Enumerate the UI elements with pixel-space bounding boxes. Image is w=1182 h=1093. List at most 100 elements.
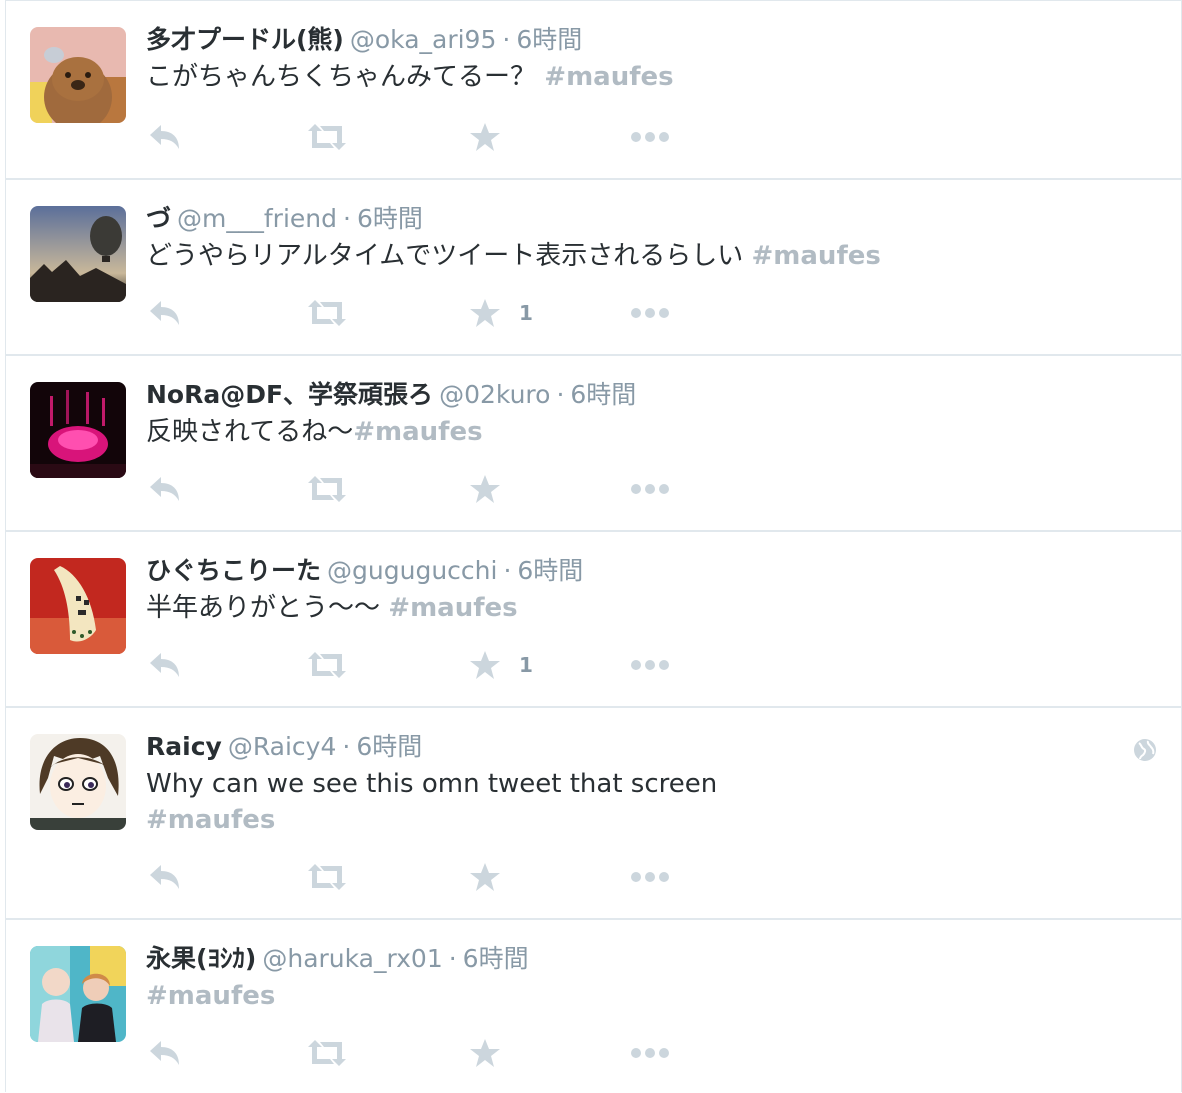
tweet-header: NoRa@DF、学祭頑張ろ @02kuro · 6時間 (146, 377, 636, 413)
retweet-icon (308, 864, 346, 890)
reply-button[interactable] (146, 293, 182, 333)
tweet[interactable]: づ @m___friend · 6時間 どうやらリアルタイムでツイート表示されるらしい… (6, 180, 1181, 356)
timestamp[interactable]: 6時間 (356, 732, 422, 761)
favorite-button[interactable] (469, 1033, 519, 1073)
fullname[interactable]: 多才プードル(熊) (146, 25, 344, 54)
retweet-icon (308, 652, 346, 678)
tweet-text: #maufes (146, 978, 1046, 1014)
more-button[interactable] (630, 1033, 670, 1073)
fullname[interactable]: NoRa@DF、学祭頑張ろ (146, 380, 433, 409)
reply-button[interactable] (146, 469, 182, 509)
reply-icon (150, 1041, 179, 1065)
hashtag-link[interactable]: #maufes (544, 62, 673, 92)
hashtag-link[interactable]: #maufes (146, 981, 275, 1011)
tweet-actions (146, 857, 746, 897)
username[interactable]: @m___friend (177, 204, 337, 233)
tweet-actions (146, 1033, 746, 1073)
username[interactable]: @Raicy4 (228, 732, 337, 761)
reply-icon (150, 865, 179, 889)
favorite-icon (470, 651, 500, 679)
timestamp[interactable]: 6時間 (463, 944, 529, 973)
tweet-text: こがちゃんちくちゃんみてるー？ #maufes (146, 59, 1046, 95)
fullname[interactable]: Raicy (146, 732, 222, 761)
tweet-text: Why can we see this omn tweet that scree… (146, 766, 1046, 838)
hashtag-symbol: # (388, 593, 411, 623)
tweet-actions: 1 (146, 293, 746, 333)
separator: · (556, 380, 565, 409)
timestamp[interactable]: 6時間 (517, 556, 583, 585)
hashtag-link[interactable]: #maufes (146, 805, 275, 835)
hashtag-text: maufes (773, 241, 881, 271)
favorite-button[interactable] (469, 469, 519, 509)
username[interactable]: @haruka_rx01 (262, 944, 442, 973)
tweet[interactable]: 永果(ﾖｼｶ) @haruka_rx01 · 6時間 #maufes (6, 920, 1181, 1093)
tweet[interactable]: Raicy @Raicy4 · 6時間 Why can we see this omn… (6, 708, 1181, 920)
reply-icon (150, 477, 179, 501)
tweet[interactable]: NoRa@DF、学祭頑張ろ @02kuro · 6時間 反映されてるね〜#maufes (6, 356, 1181, 532)
favorite-icon (470, 123, 500, 151)
timestamp[interactable]: 6時間 (357, 204, 423, 233)
favorite-button[interactable]: 1 (469, 293, 533, 333)
more-button[interactable] (630, 857, 670, 897)
hashtag-symbol: # (146, 981, 168, 1011)
tweet-text: どうやらリアルタイムでツイート表示されるらしい #maufes (146, 238, 1046, 274)
tweet-header: 多才プードル(熊) @oka_ari95 · 6時間 (146, 22, 582, 58)
more-icon (631, 872, 669, 882)
more-icon (631, 660, 669, 670)
more-button[interactable] (630, 645, 670, 685)
bear-avatar[interactable] (30, 27, 126, 123)
username[interactable]: @gugugucchi (327, 556, 497, 585)
tweet-body: 半年ありがとう〜〜 (146, 593, 389, 623)
pink-light-avatar[interactable] (30, 382, 126, 478)
hashtag-link[interactable]: #maufes (388, 593, 517, 623)
hashtag-text: maufes (375, 417, 483, 447)
tweet-text: 反映されてるね〜#maufes (146, 414, 1046, 450)
retweet-button[interactable] (306, 117, 348, 157)
separator: · (342, 732, 351, 761)
more-button[interactable] (630, 293, 670, 333)
favorite-icon (470, 863, 500, 891)
retweet-button[interactable] (306, 1033, 348, 1073)
banana-avatar[interactable] (30, 558, 126, 654)
hashtag-text: maufes (566, 62, 674, 92)
retweet-icon (308, 300, 346, 326)
retweet-button[interactable] (306, 857, 348, 897)
photo-avatar[interactable] (30, 946, 126, 1042)
username[interactable]: @02kuro (439, 380, 550, 409)
tweet[interactable]: ひぐちこりーた @gugugucchi · 6時間 半年ありがとう〜〜 #maufes… (6, 532, 1181, 708)
favorite-button[interactable] (469, 857, 519, 897)
tweet-body: こがちゃんちくちゃんみてるー？ (146, 62, 545, 92)
fullname[interactable]: ひぐちこりーた (146, 556, 321, 585)
tweet-body: どうやらリアルタイムでツイート表示されるらしい (146, 241, 752, 271)
username[interactable]: @oka_ari95 (350, 25, 497, 54)
fullname[interactable]: 永果(ﾖｼｶ) (146, 944, 256, 973)
favorite-button[interactable]: 1 (469, 645, 533, 685)
hashtag-symbol: # (751, 241, 774, 271)
reply-button[interactable] (146, 1033, 182, 1073)
favorite-icon (470, 299, 500, 327)
reply-button[interactable] (146, 645, 182, 685)
tweet[interactable]: 多才プードル(熊) @oka_ari95 · 6時間 こがちゃんちくちゃんみてるー？ … (6, 1, 1181, 180)
reply-button[interactable] (146, 857, 182, 897)
timestamp[interactable]: 6時間 (516, 25, 582, 54)
hashtag-link[interactable]: #maufes (752, 241, 881, 271)
separator: · (503, 556, 512, 585)
more-button[interactable] (630, 469, 670, 509)
balloon-avatar[interactable] (30, 206, 126, 302)
fullname[interactable]: づ (146, 204, 171, 233)
reply-button[interactable] (146, 117, 182, 157)
favorite-icon (470, 1039, 500, 1067)
anime-avatar[interactable] (30, 734, 126, 830)
hashtag-symbol: # (353, 417, 376, 447)
more-icon (631, 308, 669, 318)
more-button[interactable] (630, 117, 670, 157)
retweet-button[interactable] (306, 293, 348, 333)
hashtag-link[interactable]: #maufes (353, 417, 482, 447)
tweet-body: Why can we see this omn tweet that scree… (146, 769, 718, 799)
separator: · (448, 944, 457, 973)
reply-icon (150, 301, 179, 325)
retweet-button[interactable] (306, 645, 348, 685)
favorite-button[interactable] (469, 117, 519, 157)
timestamp[interactable]: 6時間 (570, 380, 636, 409)
retweet-button[interactable] (306, 469, 348, 509)
